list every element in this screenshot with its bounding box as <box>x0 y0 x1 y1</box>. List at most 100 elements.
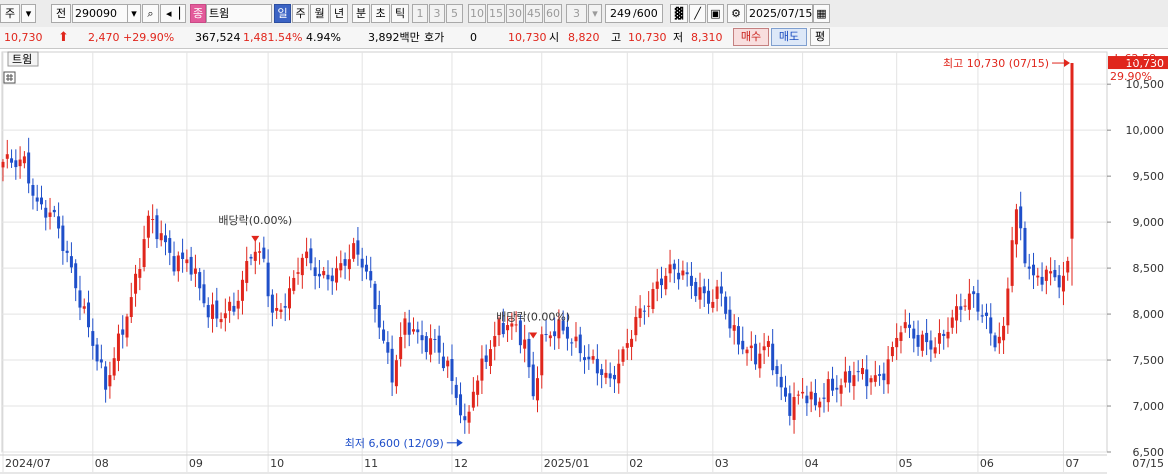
candle-body <box>69 256 73 268</box>
candle-body <box>193 268 197 274</box>
interval-dropdown-icon[interactable]: ▾ <box>588 4 602 23</box>
calendar-icon[interactable]: ▦ <box>813 4 830 23</box>
candle-body <box>356 240 360 255</box>
save-icon[interactable]: ▣ <box>707 4 724 23</box>
interval-button-10[interactable]: 10 <box>468 4 486 23</box>
date-input[interactable]: 2025/07/15 <box>746 4 813 23</box>
prev-button[interactable]: 전 <box>51 4 71 23</box>
low-arrow-head <box>456 438 463 447</box>
interval-button-30[interactable]: 30 <box>506 4 524 23</box>
open-label: 시 <box>549 31 560 44</box>
last-date-label: 07/15 <box>1132 457 1164 470</box>
legend-label: 트윔 <box>12 53 32 66</box>
sell-button[interactable]: 매도 <box>771 28 807 46</box>
ask-price: 10,730 <box>508 31 547 44</box>
candle-body <box>22 156 26 164</box>
low-value: 8,310 <box>691 31 723 44</box>
search-icon[interactable]: ⌕ <box>142 4 159 23</box>
candle-body <box>155 215 159 240</box>
high-arrow-head <box>1064 59 1070 68</box>
interval-button-1[interactable]: 1 <box>412 4 428 23</box>
candle-body <box>976 293 980 312</box>
turnover-pct: 4.94% <box>306 31 341 44</box>
trade-amount: 3,892백만 <box>368 31 420 44</box>
candle-body <box>779 376 783 388</box>
gear-icon[interactable]: ⚙ <box>727 4 745 23</box>
chart-tool-icon[interactable]: ▓ <box>670 4 688 23</box>
candle-body <box>258 251 262 253</box>
candle-body <box>715 286 719 299</box>
eval-button[interactable]: 평 <box>810 28 830 46</box>
candle-body <box>403 318 407 335</box>
market-dropdown-arrow[interactable]: ▾ <box>21 4 36 23</box>
candle-body <box>972 291 976 295</box>
candle-body <box>125 316 129 338</box>
candle-body <box>335 268 339 283</box>
candle-body <box>429 338 433 355</box>
candle-body <box>942 333 946 336</box>
period-day-button[interactable]: 일 <box>274 4 291 23</box>
candle-body <box>506 325 510 331</box>
x-tick-label: 06 <box>980 457 994 470</box>
candle-body <box>10 158 14 163</box>
candle-body <box>544 334 548 336</box>
candle-body <box>792 397 796 420</box>
candle-body <box>317 273 321 277</box>
candle-body <box>57 216 61 229</box>
speaker-icon[interactable]: ◂▕ <box>160 4 186 23</box>
candle-body <box>617 363 621 384</box>
x-tick-label: 05 <box>899 457 913 470</box>
interval-button-15[interactable]: 15 <box>487 4 505 23</box>
stock-name-field[interactable]: 트윔 <box>206 4 272 23</box>
x-tick-label: 2024/07 <box>5 457 51 470</box>
market-type-button[interactable]: 주 <box>0 4 20 23</box>
interval-button-3[interactable]: 3 <box>429 4 445 23</box>
candle-body <box>476 380 480 395</box>
candle-body <box>223 313 227 319</box>
candle-body <box>104 366 108 390</box>
candle-body <box>997 336 1001 344</box>
candle-body <box>347 259 351 270</box>
period-year-button[interactable]: 년 <box>330 4 348 23</box>
period-tick-button[interactable]: 틱 <box>391 4 409 23</box>
bid-value: 0 <box>470 31 477 44</box>
candle-body <box>95 344 99 362</box>
candle-body <box>121 329 125 335</box>
candle-body <box>570 342 574 344</box>
candle-body <box>1049 271 1053 274</box>
buy-button[interactable]: 매수 <box>733 28 769 46</box>
candle-body <box>61 225 65 252</box>
stock-code-dropdown-icon[interactable]: ▾ <box>127 4 141 23</box>
candles <box>1 63 1074 434</box>
candle-body <box>788 393 792 416</box>
dividend-label: 배당락(0.00%) <box>496 310 570 323</box>
period-week-button[interactable]: 주 <box>292 4 309 23</box>
interval-button-45[interactable]: 45 <box>525 4 543 23</box>
candle-body <box>172 256 176 272</box>
candle-body <box>869 378 873 383</box>
candle-body <box>707 290 711 304</box>
candle-body <box>386 342 390 353</box>
candle-body <box>967 293 971 310</box>
period-minute-button[interactable]: 분 <box>352 4 370 23</box>
candle-body <box>1002 325 1006 341</box>
candle-body <box>1027 266 1031 269</box>
candle-body <box>240 279 244 301</box>
interval-input[interactable]: 3 <box>566 4 587 23</box>
candle-body <box>719 286 723 294</box>
candle-body <box>31 185 35 196</box>
period-month-button[interactable]: 월 <box>310 4 329 23</box>
period-second-button[interactable]: 초 <box>371 4 390 23</box>
count-input[interactable]: 249 <box>605 4 633 23</box>
trend-line-icon[interactable]: ╱ <box>689 4 706 23</box>
stock-code-input[interactable]: 290090 <box>72 4 128 23</box>
interval-button-60[interactable]: 60 <box>544 4 562 23</box>
interval-button-5[interactable]: 5 <box>446 4 463 23</box>
candle-body <box>219 319 223 323</box>
candle-body <box>839 385 843 394</box>
count-total: /600 <box>633 4 663 23</box>
candle-body <box>441 356 445 369</box>
candle-body <box>35 197 39 202</box>
candle-body <box>99 359 103 363</box>
price-change-pct: +29.90% <box>123 31 175 44</box>
